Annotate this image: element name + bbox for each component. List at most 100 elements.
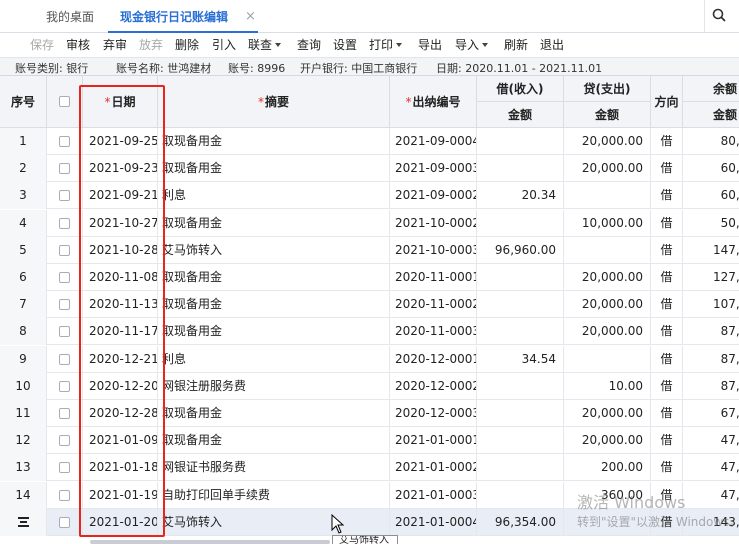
row-voucher-no[interactable]: 2021-09-0004 (390, 128, 477, 155)
table-row[interactable]: 10 2020-12-20网银注册服务费2020-12-0002 10.00借 87,… (0, 372, 739, 400)
row-credit[interactable]: 20,000.00 (564, 400, 651, 427)
table-row[interactable]: 8 2020-11-17 取现备用金 2020-11-0003 20,000.00 借 87… (0, 318, 739, 346)
table-row[interactable]: 12 2021-01-09 取现备用金 2021-01-0001 20,000.00 借 4… (0, 427, 739, 455)
row-checkbox[interactable] (59, 516, 70, 528)
row-date[interactable]: 2020-11-08 (83, 264, 158, 291)
row-summary[interactable]: 艾马饰转入 (158, 508, 390, 536)
row-debit[interactable] (477, 318, 564, 346)
row-voucher-no[interactable]: 2020-11-0001 (390, 264, 477, 291)
linked-query-dropdown[interactable]: 联查 (248, 37, 282, 53)
tab-home[interactable]: 我的桌面 (46, 0, 94, 33)
row-credit[interactable]: 10,000.00 (564, 209, 651, 237)
table-row[interactable]: 6 2020-11-08 取现备用金 2020-11-0001 20,000.00 借 12… (0, 264, 739, 291)
refresh-button[interactable]: 刷新 (504, 37, 528, 53)
row-select[interactable] (47, 128, 83, 155)
row-debit[interactable]: 96,354.00 (477, 508, 564, 536)
exit-button[interactable]: 退出 (540, 37, 564, 53)
row-summary[interactable]: 取现备用金 (158, 427, 390, 455)
table-row[interactable]: 13 2021-01-18 网银证书服务费 2021-01-0002 200.00 借 47… (0, 454, 739, 482)
row-select[interactable] (47, 400, 83, 427)
table-row[interactable]: 4 2021-10-27 取现备用金 2021-10-0002 10,000.00 借 50… (0, 209, 739, 237)
row-credit[interactable]: 10.00 (564, 372, 651, 400)
delete-button[interactable]: 删除 (175, 37, 199, 53)
row-checkbox[interactable] (59, 217, 70, 229)
table-row[interactable]: 3 2021-09-21利息2021-09-000220.34 借 60,72 (0, 182, 739, 210)
row-checkbox[interactable] (59, 244, 70, 256)
search-icon[interactable] (712, 8, 726, 22)
row-summary[interactable]: 取现备用金 (158, 128, 390, 155)
tab-cash-bank-journal[interactable]: 现金银行日记账编辑 × (108, 0, 258, 33)
row-date[interactable]: 2020-12-21 (83, 345, 158, 373)
table-row[interactable]: 11 2020-12-28 取现备用金 2020-12-0003 20,000.00 借 6… (0, 400, 739, 427)
row-date[interactable]: 2021-01-20 (83, 508, 158, 536)
row-checkbox[interactable] (59, 353, 70, 365)
row-checkbox[interactable] (59, 435, 70, 447)
import-in-button[interactable]: 引入 (212, 37, 236, 53)
settings-button[interactable]: 设置 (333, 37, 357, 53)
row-checkbox[interactable] (59, 190, 70, 202)
row-summary[interactable]: 取现备用金 (158, 400, 390, 427)
row-debit[interactable] (477, 128, 564, 155)
row-summary[interactable]: 取现备用金 (158, 209, 390, 237)
row-checkbox[interactable] (59, 380, 70, 392)
row-date[interactable]: 2020-12-28 (83, 400, 158, 427)
header-select-all[interactable] (47, 76, 83, 128)
row-debit[interactable] (477, 427, 564, 455)
row-date[interactable]: 2021-10-28 (83, 236, 158, 264)
row-date[interactable]: 2021-09-25 (83, 128, 158, 155)
row-summary[interactable]: 取现备用金 (158, 155, 390, 183)
row-debit[interactable] (477, 291, 564, 319)
row-checkbox[interactable] (59, 462, 70, 474)
row-voucher-no[interactable]: 2021-01-0003 (390, 481, 477, 509)
row-select[interactable] (47, 318, 83, 346)
row-date[interactable]: 2021-01-19 (83, 481, 158, 509)
import-dropdown[interactable]: 导入 (455, 37, 489, 53)
row-date[interactable]: 2021-09-23 (83, 155, 158, 183)
row-summary[interactable]: 网银注册服务费 (158, 372, 390, 400)
row-credit[interactable]: 20,000.00 (564, 427, 651, 455)
unreview-button[interactable]: 弃审 (103, 37, 127, 53)
row-checkbox[interactable] (59, 489, 70, 501)
row-select[interactable] (47, 345, 83, 373)
table-row[interactable]: 5 2021-10-28 艾马饰转入 2021-10-0003 96,960.00 借 14… (0, 236, 739, 264)
close-icon[interactable]: × (245, 0, 256, 34)
table-row[interactable]: 2 2021-09-23 取现备用金 2021-09-0003 20,000.00 借 60… (0, 155, 739, 183)
row-voucher-no[interactable]: 2020-11-0003 (390, 318, 477, 346)
row-date[interactable]: 2020-12-20 (83, 372, 158, 400)
row-credit[interactable]: 20,000.00 (564, 318, 651, 346)
row-voucher-no[interactable]: 2021-01-0004 (390, 508, 477, 536)
row-summary[interactable]: 利息 (158, 182, 390, 210)
row-voucher-no[interactable]: 2021-09-0002 (390, 182, 477, 210)
row-debit[interactable]: 96,960.00 (477, 236, 564, 264)
horizontal-scrollbar[interactable] (90, 540, 330, 544)
row-debit[interactable] (477, 481, 564, 509)
row-select[interactable] (47, 182, 83, 210)
row-voucher-no[interactable]: 2021-10-0003 (390, 236, 477, 264)
review-button[interactable]: 审核 (66, 37, 90, 53)
row-select[interactable] (47, 291, 83, 319)
row-summary[interactable]: 自助打印回单手续费 (158, 481, 390, 509)
row-select[interactable] (47, 209, 83, 237)
row-voucher-no[interactable]: 2021-09-0003 (390, 155, 477, 183)
row-select[interactable] (47, 454, 83, 482)
row-select[interactable] (47, 427, 83, 455)
row-debit[interactable] (477, 372, 564, 400)
row-voucher-no[interactable]: 2020-11-0002 (390, 291, 477, 319)
row-debit[interactable] (477, 155, 564, 183)
row-voucher-no[interactable]: 2020-12-0003 (390, 400, 477, 427)
row-date[interactable]: 2021-01-18 (83, 454, 158, 482)
row-select[interactable] (47, 481, 83, 509)
row-credit[interactable]: 20,000.00 (564, 291, 651, 319)
row-checkbox[interactable] (59, 272, 70, 283)
export-button[interactable]: 导出 (418, 37, 442, 53)
row-voucher-no[interactable]: 2021-01-0002 (390, 454, 477, 482)
row-select[interactable] (47, 264, 83, 291)
table-row[interactable]: 7 2020-11-13 取现备用金 2020-11-0002 20,000.00 借 10… (0, 291, 739, 319)
query-button[interactable]: 查询 (297, 37, 321, 53)
row-voucher-no[interactable]: 2021-10-0002 (390, 209, 477, 237)
row-checkbox[interactable] (59, 326, 70, 338)
header-date[interactable]: * 日期 (83, 76, 158, 128)
row-checkbox[interactable] (59, 408, 70, 419)
row-debit[interactable] (477, 209, 564, 237)
row-credit[interactable] (564, 345, 651, 373)
